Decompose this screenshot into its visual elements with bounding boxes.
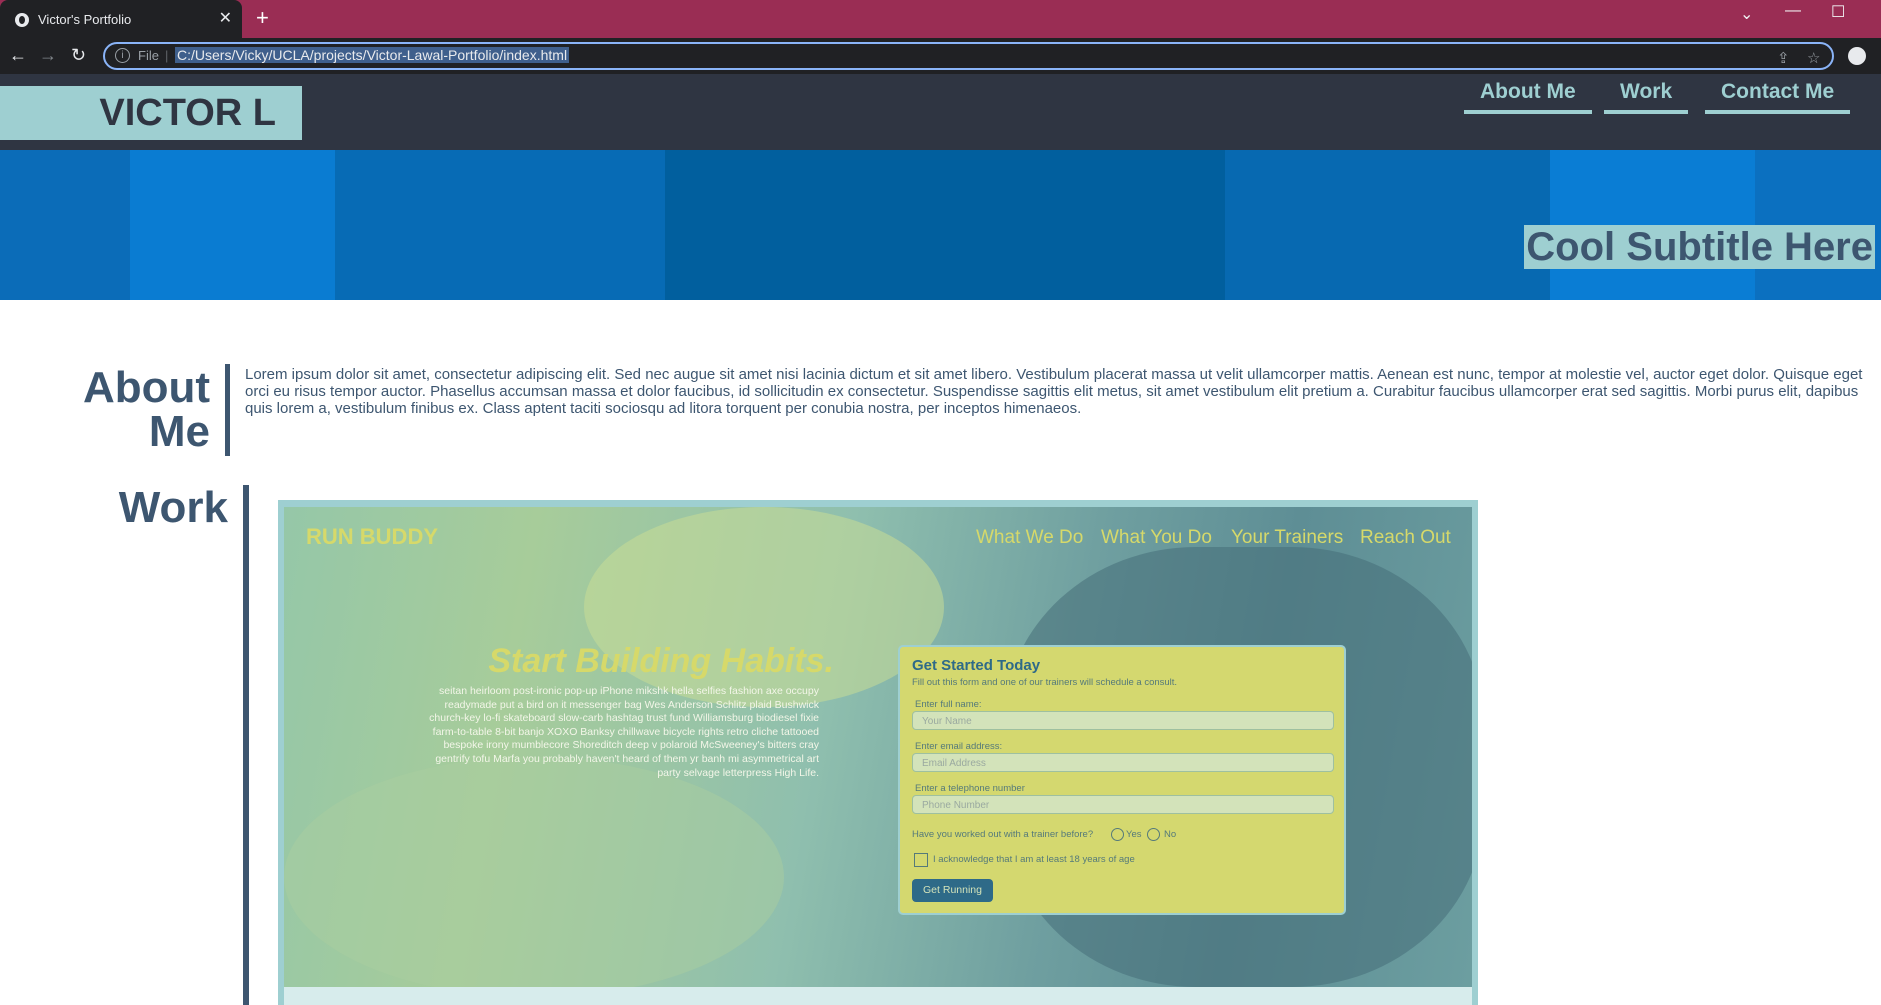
project-logo: RUN BUDDY [306,524,438,549]
no-radio [1147,828,1160,841]
info-icon[interactable]: i [115,48,130,63]
email-field: Email Address [912,753,1334,772]
hero-band [335,150,665,300]
hero-band [665,150,1225,300]
name-label: Enter full name: [915,699,982,710]
phone-label: Enter a telephone number [915,783,1025,794]
project-nav-item: Your Trainers [1231,527,1344,548]
site-header: VICTOR L About Me Work Contact Me [0,74,1881,150]
project-headline: Start Building Habits. [488,642,834,680]
age-label: I acknowledge that I am at least 18 year… [933,854,1135,865]
trainer-question: Have you worked out with a trainer befor… [912,829,1094,840]
no-label: No [1164,829,1177,840]
tab-search-icon[interactable]: ⌄ [1740,4,1753,24]
about-heading-line1: About [82,363,210,412]
nav-contact-me[interactable]: Contact Me [1705,80,1851,114]
close-tab-icon[interactable]: ✕ [219,8,232,28]
email-label: Enter email address: [915,741,1003,752]
project-nav-item: Reach Out [1360,527,1451,548]
about-heading: About Me [80,366,210,454]
minimize-button[interactable]: — [1785,2,1801,20]
browser-tab[interactable]: Victor's Portfolio ✕ [0,0,242,38]
work-divider [243,485,249,1005]
browser-toolbar: ← → ↻ i File | C:/Users/Vicky/UCLA/proje… [0,38,1881,74]
bookmark-star-icon[interactable]: ☆ [1807,49,1820,67]
globe-icon [15,13,29,27]
back-arrow-icon[interactable]: ← [9,44,27,66]
hero-band [0,150,130,300]
hero-subtitle: Cool Subtitle Here [1524,225,1875,269]
name-field: Your Name [912,711,1334,730]
project-copy: seitan heirloom post-ironic pop-up iPhon… [429,685,819,779]
file-label: File [138,48,159,63]
project-signup-form: Get Started Today Fill out this form and… [898,645,1346,915]
url-text[interactable]: C:/Users/Vicky/UCLA/projects/Victor-Lawa… [175,47,570,63]
form-intro: Fill out this form and one of our traine… [912,677,1178,688]
bg-shape [284,757,784,987]
hero-banner: Cool Subtitle Here [0,150,1881,300]
profile-avatar-icon[interactable] [1848,47,1866,65]
address-bar[interactable]: i File | C:/Users/Vicky/UCLA/projects/Vi… [103,42,1834,70]
about-body: Lorem ipsum dolor sit amet, consectetur … [245,366,1863,417]
maximize-button[interactable]: ☐ [1831,2,1845,22]
form-heading: Get Started Today [912,657,1041,674]
about-heading-line2: Me [148,407,210,456]
tab-title: Victor's Portfolio [38,12,132,27]
project-screenshot[interactable]: RUN BUDDY What We Do What You Do Your Tr… [278,500,1478,1005]
browser-tab-bar: Victor's Portfolio ✕ + ⌄ — ☐ [0,0,1881,38]
about-divider [225,364,230,456]
phone-field: Phone Number [912,795,1334,814]
project-nav-item: What You Do [1101,527,1212,548]
work-heading: Work [118,483,228,532]
yes-radio [1111,828,1124,841]
hero-band [1225,150,1550,300]
reload-icon[interactable]: ↻ [71,44,86,66]
nav-about-me[interactable]: About Me [1464,80,1592,114]
age-checkbox [914,853,928,867]
project-nav-item: What We Do [976,527,1084,548]
hero-band [130,150,335,300]
new-tab-button[interactable]: + [256,7,269,29]
site-logo[interactable]: VICTOR L [0,86,302,140]
project-screenshot-footer [284,987,1472,1005]
forward-arrow-icon[interactable]: → [39,44,57,66]
nav-work[interactable]: Work [1604,80,1689,114]
get-running-button: Get Running [912,879,993,902]
separator: | [165,48,169,63]
share-icon[interactable]: ⇪ [1777,49,1790,67]
yes-label: Yes [1126,829,1142,840]
project-background-image: RUN BUDDY What We Do What You Do Your Tr… [284,507,1472,987]
